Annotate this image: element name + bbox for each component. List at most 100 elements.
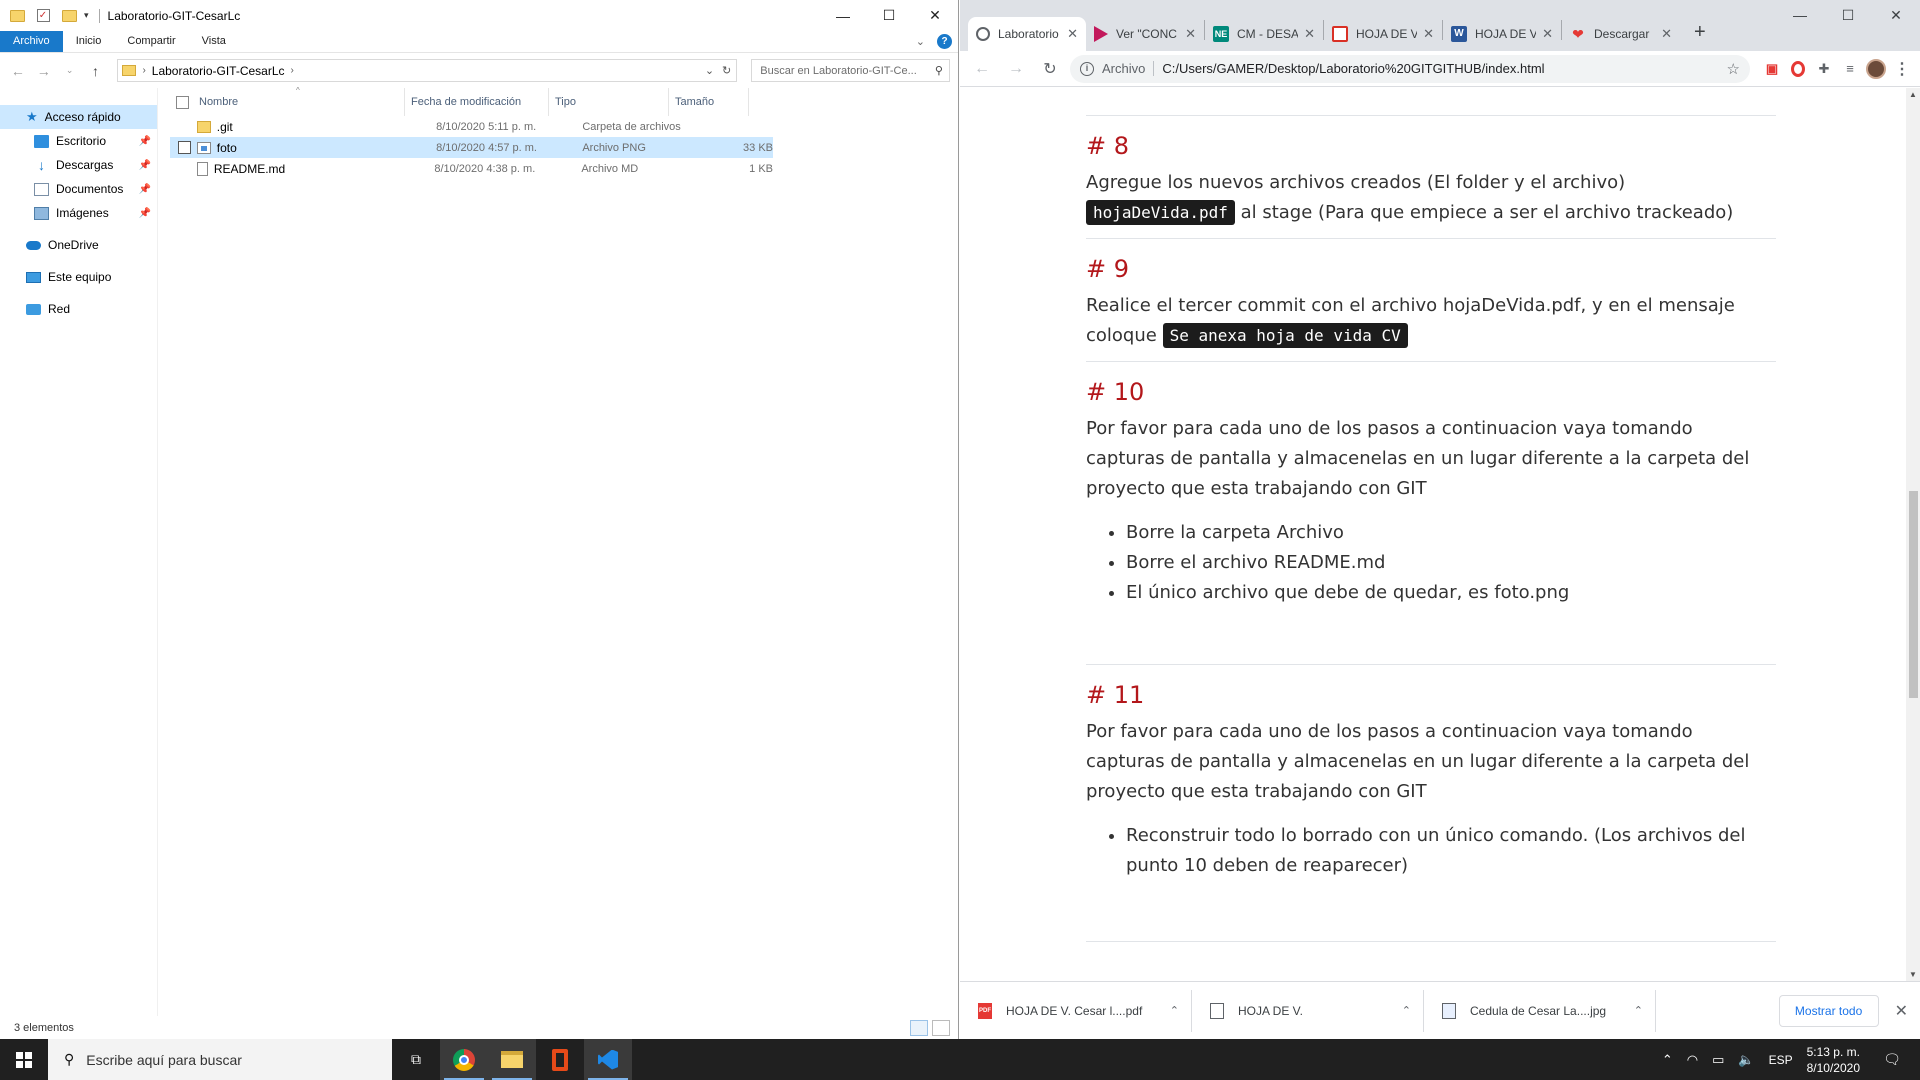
- taskbar-search-input[interactable]: ⚲ Escribe aquí para buscar: [48, 1039, 392, 1080]
- download-item[interactable]: PDF HOJA DE V. Cesar l....pdf ⌃: [970, 989, 1192, 1032]
- bookmark-star-icon[interactable]: ☆: [1727, 60, 1740, 78]
- taskbar-chrome[interactable]: [440, 1039, 488, 1080]
- select-all-checkbox[interactable]: [176, 95, 189, 109]
- download-item[interactable]: HOJA DE V. ⌃: [1202, 989, 1424, 1032]
- recent-locations-icon[interactable]: ⌄: [60, 65, 80, 76]
- pin-icon[interactable]: 📌: [139, 136, 151, 147]
- close-icon[interactable]: ✕: [1542, 26, 1553, 42]
- scroll-down-arrow-icon[interactable]: ▼: [1909, 970, 1917, 979]
- screencast-extension-icon[interactable]: ▣: [1762, 59, 1782, 79]
- pin-icon[interactable]: 📌: [139, 184, 151, 195]
- properties-icon[interactable]: ✓: [34, 7, 52, 25]
- nav-quick-access[interactable]: ★ Acceso rápido: [0, 105, 157, 129]
- minimize-button[interactable]: —: [1776, 0, 1824, 30]
- task-view-button[interactable]: ⧉: [392, 1039, 440, 1080]
- new-tab-button[interactable]: +: [1694, 21, 1706, 44]
- forward-arrow-icon[interactable]: →: [1002, 55, 1030, 83]
- close-icon[interactable]: ✕: [1661, 26, 1672, 42]
- media-controls-icon[interactable]: ≡: [1840, 59, 1860, 79]
- close-button[interactable]: ✕: [1872, 0, 1920, 30]
- reload-icon[interactable]: ↻: [1036, 55, 1064, 83]
- volume-icon[interactable]: 🔈: [1738, 1052, 1754, 1068]
- battery-icon[interactable]: ▭: [1712, 1052, 1724, 1068]
- vertical-scrollbar[interactable]: ▲ ▼: [1906, 88, 1920, 981]
- show-all-button[interactable]: Mostrar todo: [1778, 994, 1879, 1027]
- address-bar[interactable]: i Archivo C:/Users/GAMER/Desktop/Laborat…: [1070, 54, 1750, 83]
- close-icon[interactable]: ✕: [1067, 26, 1078, 42]
- browser-tab[interactable]: Ver "CONC ✕: [1086, 17, 1204, 51]
- minimize-button[interactable]: —: [820, 0, 866, 31]
- maximize-button[interactable]: ☐: [1824, 0, 1872, 30]
- file-row[interactable]: .git 8/10/2020 5:11 p. m. Carpeta de arc…: [170, 116, 773, 137]
- row-checkbox[interactable]: [178, 141, 191, 154]
- chevron-down-icon[interactable]: ⌄: [705, 64, 714, 77]
- extensions-puzzle-icon[interactable]: ✚: [1814, 59, 1834, 79]
- taskbar-vscode[interactable]: [584, 1039, 632, 1080]
- wifi-icon[interactable]: ◠: [1687, 1052, 1698, 1068]
- nav-red[interactable]: Red: [0, 297, 157, 321]
- browser-tab[interactable]: ❤ Descargar ✕: [1562, 17, 1680, 51]
- chevron-up-icon[interactable]: ⌃: [1170, 1004, 1179, 1017]
- chevron-right-icon[interactable]: ›: [291, 65, 294, 76]
- large-icons-view-icon[interactable]: [932, 1019, 950, 1036]
- info-icon[interactable]: i: [1080, 61, 1094, 76]
- close-icon[interactable]: ✕: [1895, 1001, 1908, 1021]
- back-arrow-icon[interactable]: ←: [968, 55, 996, 83]
- file-row[interactable]: README.md 8/10/2020 4:38 p. m. Archivo M…: [170, 158, 773, 179]
- url-text[interactable]: C:/Users/GAMER/Desktop/Laboratorio%20GIT…: [1162, 61, 1544, 76]
- chevron-up-icon[interactable]: ⌃: [1662, 1052, 1673, 1068]
- refresh-icon[interactable]: ↻: [722, 64, 731, 77]
- address-bar[interactable]: › Laboratorio-GIT-CesarLc › ⌄ ↻: [117, 59, 738, 82]
- notification-icon[interactable]: 🗨: [1874, 1051, 1910, 1068]
- tab-compartir[interactable]: Compartir: [114, 31, 188, 52]
- nav-documentos[interactable]: Documentos 📌: [0, 177, 157, 201]
- browser-tab[interactable]: NE CM - DESA ✕: [1205, 17, 1323, 51]
- search-input[interactable]: Buscar en Laboratorio-GIT-Ce... ⚲: [751, 59, 950, 82]
- download-item[interactable]: Cedula de Cesar La....jpg ⌃: [1434, 989, 1656, 1032]
- back-arrow-icon[interactable]: ←: [8, 63, 28, 79]
- profile-avatar[interactable]: [1866, 58, 1886, 79]
- nav-imagenes[interactable]: Imágenes 📌: [0, 201, 157, 225]
- close-icon[interactable]: ✕: [1423, 26, 1434, 42]
- browser-tab[interactable]: Laboratorio ✕: [968, 17, 1086, 51]
- tab-inicio[interactable]: Inicio: [63, 31, 115, 52]
- nav-este-equipo[interactable]: Este equipo: [0, 265, 157, 289]
- close-button[interactable]: ✕: [912, 0, 958, 31]
- chevron-right-icon[interactable]: ›: [142, 65, 145, 76]
- column-header-size[interactable]: Tamaño: [669, 88, 749, 116]
- language-indicator[interactable]: ESP: [1769, 1053, 1793, 1067]
- column-header-date[interactable]: Fecha de modificación: [405, 88, 549, 116]
- scrollbar-thumb[interactable]: [1909, 491, 1918, 698]
- browser-tab[interactable]: HOJA DE V ✕: [1324, 17, 1442, 51]
- menu-kebab-icon[interactable]: ⋮: [1892, 59, 1912, 79]
- expand-ribbon-icon[interactable]: ⌄: [916, 35, 925, 48]
- pin-icon[interactable]: 📌: [139, 160, 151, 171]
- opera-extension-icon[interactable]: [1788, 59, 1808, 79]
- taskbar-file-explorer[interactable]: [488, 1039, 536, 1080]
- chevron-up-icon[interactable]: ⌃: [1634, 1004, 1643, 1017]
- up-arrow-icon[interactable]: ↑: [86, 63, 106, 79]
- new-folder-icon[interactable]: [60, 7, 78, 25]
- browser-tab[interactable]: W HOJA DE V ✕: [1443, 17, 1561, 51]
- clock[interactable]: 5:13 p. m. 8/10/2020: [1807, 1044, 1860, 1076]
- start-button[interactable]: [0, 1039, 48, 1080]
- help-icon[interactable]: ?: [937, 34, 952, 49]
- nav-onedrive[interactable]: OneDrive: [0, 233, 157, 257]
- taskbar-office[interactable]: [536, 1039, 584, 1080]
- breadcrumb-segment[interactable]: Laboratorio-GIT-CesarLc: [152, 64, 285, 78]
- file-row[interactable]: foto 8/10/2020 4:57 p. m. Archivo PNG 33…: [170, 137, 773, 158]
- nav-descargas[interactable]: ↓ Descargas 📌: [0, 153, 157, 177]
- maximize-button[interactable]: ☐: [866, 0, 912, 31]
- scroll-up-arrow-icon[interactable]: ▲: [1909, 90, 1917, 99]
- tab-archivo[interactable]: Archivo: [0, 31, 63, 52]
- nav-escritorio[interactable]: Escritorio 📌: [0, 129, 157, 153]
- forward-arrow-icon[interactable]: →: [34, 63, 54, 79]
- details-view-icon[interactable]: [910, 1019, 928, 1036]
- chevron-up-icon[interactable]: ⌃: [1402, 1004, 1411, 1017]
- column-header-type[interactable]: Tipo: [549, 88, 669, 116]
- pin-icon[interactable]: 📌: [139, 208, 151, 219]
- customize-toolbar-icon[interactable]: ▾: [84, 10, 89, 21]
- tab-vista[interactable]: Vista: [189, 31, 239, 52]
- column-header-name[interactable]: Nombre: [170, 88, 405, 116]
- close-icon[interactable]: ✕: [1304, 26, 1315, 42]
